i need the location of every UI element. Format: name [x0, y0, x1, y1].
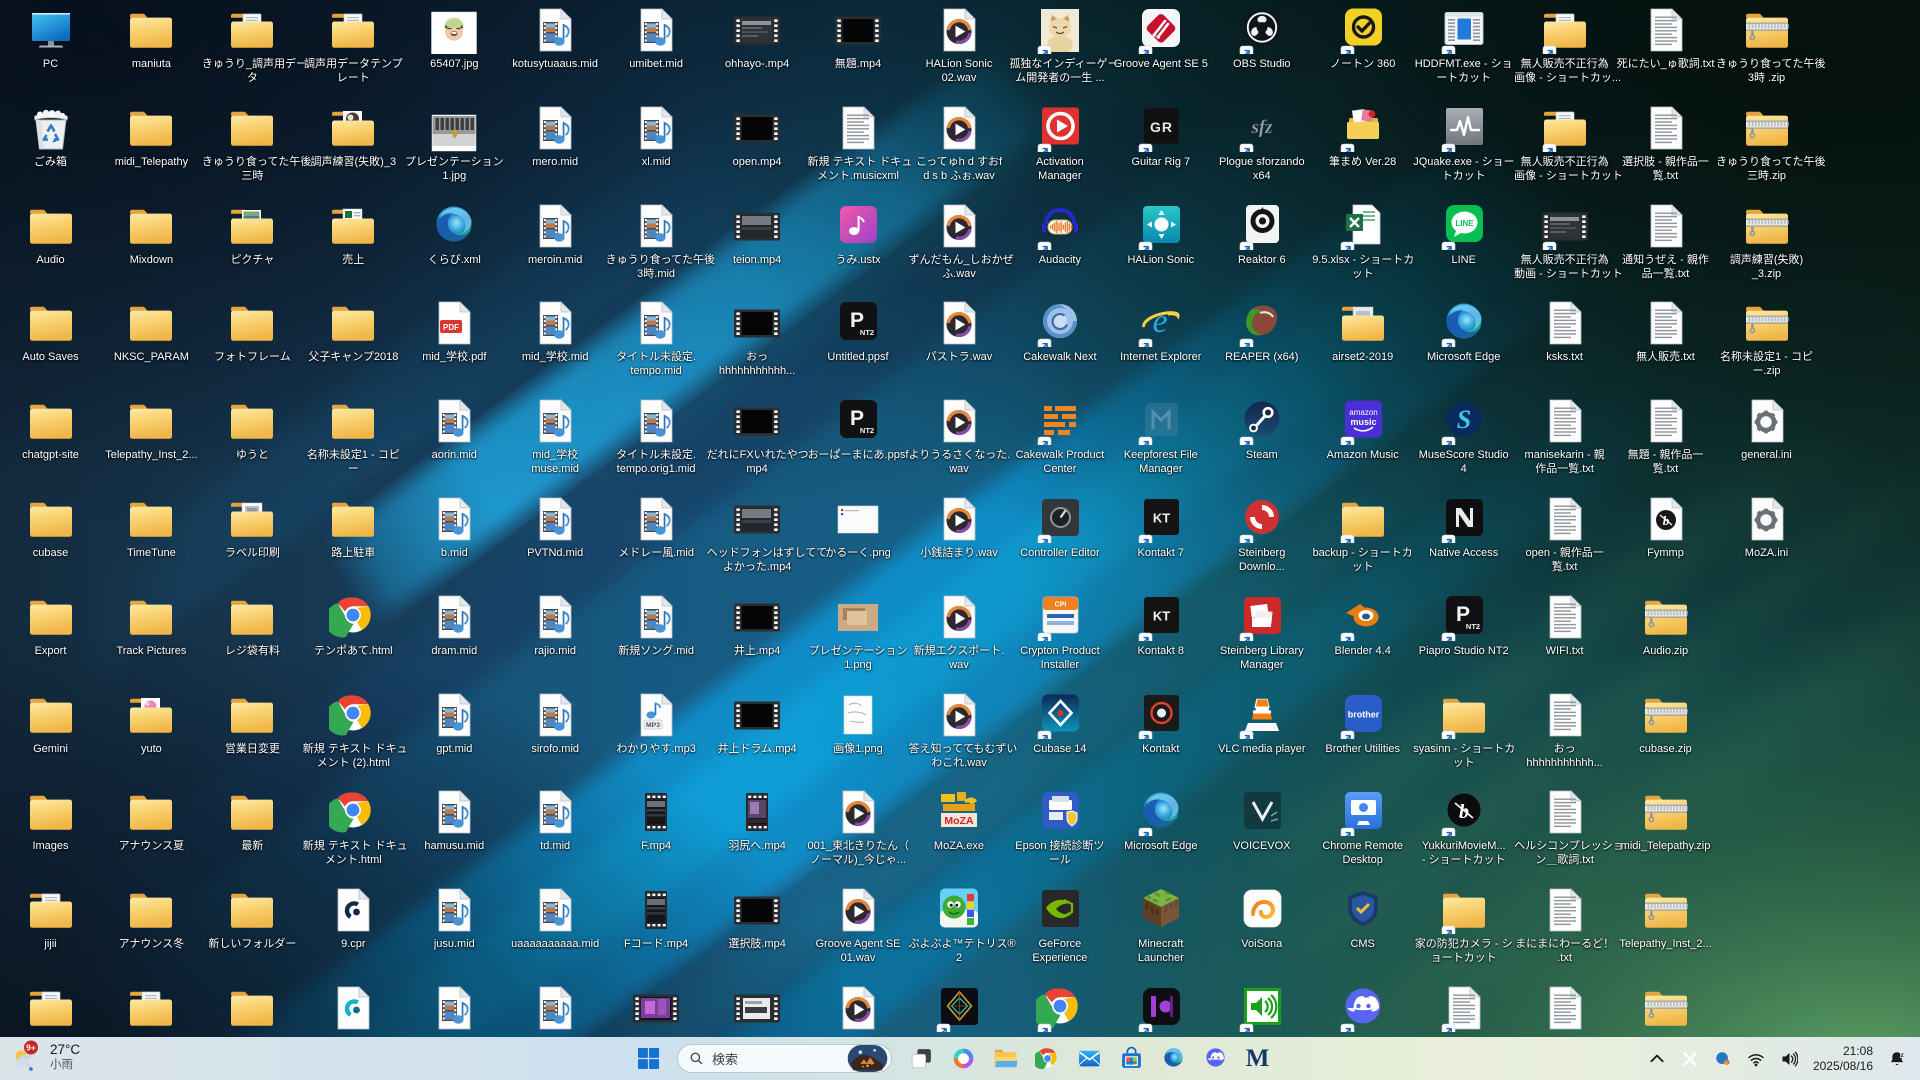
- svg-text:brother: brother: [1347, 709, 1379, 719]
- svg-text:sfz: sfz: [1250, 117, 1273, 138]
- svg-text:PDF: PDF: [443, 323, 459, 332]
- svg-text:S: S: [1456, 405, 1470, 434]
- svg-text:GR: GR: [1150, 119, 1173, 135]
- svg-text:music: music: [1350, 417, 1376, 427]
- svg-text:KT: KT: [1153, 608, 1170, 623]
- svg-text:CPI: CPI: [1055, 601, 1067, 608]
- svg-text:e: e: [1152, 303, 1167, 340]
- svg-text:NT2: NT2: [1466, 622, 1480, 631]
- svg-text:LINE: LINE: [1455, 219, 1474, 228]
- svg-text:amazon: amazon: [1349, 408, 1377, 417]
- svg-text:b: b: [1459, 801, 1469, 823]
- svg-text:z: z: [1901, 1052, 1904, 1059]
- svg-text:NT2: NT2: [860, 328, 874, 337]
- svg-text:9+: 9+: [26, 1043, 36, 1053]
- svg-text:NT2: NT2: [860, 426, 874, 435]
- svg-text:KT: KT: [1153, 511, 1170, 526]
- svg-text:MP3: MP3: [646, 722, 660, 729]
- svg-text:MoZA: MoZA: [944, 815, 974, 827]
